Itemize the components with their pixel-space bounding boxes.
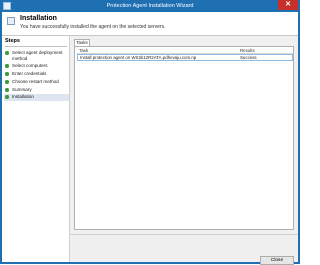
step-label: Select computers: [12, 63, 48, 68]
page-subtitle: You have successfully installed the agen…: [20, 24, 166, 30]
step-complete-icon: [5, 64, 9, 68]
tasks-panel: Task Results Install protection agent on…: [74, 46, 294, 230]
installation-icon: [7, 17, 15, 25]
step-installation[interactable]: Installation: [4, 94, 69, 101]
result-cell: Success: [240, 55, 257, 60]
column-header-results[interactable]: Results: [240, 48, 255, 53]
steps-divider: [5, 46, 67, 47]
task-cell: Install protection agent on WS2k12R2ATA.…: [80, 55, 197, 60]
step-enter-credentials[interactable]: Enter credentials: [5, 71, 69, 77]
main-pane: Tasks Task Results Install protection ag…: [70, 36, 298, 265]
window-title: Protection Agent Installation Wizard: [106, 3, 194, 9]
step-complete-icon: [5, 88, 9, 92]
step-complete-icon: [5, 51, 9, 55]
step-summary[interactable]: Summary: [5, 87, 69, 93]
steps-title: Steps: [5, 38, 20, 44]
step-choose-restart-method[interactable]: Choose restart method: [5, 79, 69, 85]
step-label: Installation: [12, 94, 34, 99]
steps-pane: Steps Select agent deployment method Sel…: [2, 36, 70, 262]
page-title: Installation: [20, 15, 57, 22]
column-header-task[interactable]: Task: [79, 48, 88, 53]
wizard-header: Installation You have successfully insta…: [2, 12, 298, 36]
step-label: Enter credentials: [12, 71, 47, 76]
window-close-button[interactable]: ✕: [278, 0, 298, 10]
step-complete-icon: [5, 95, 9, 99]
tab-tasks[interactable]: Tasks: [74, 39, 90, 46]
step-label: Select agent deployment method: [12, 50, 63, 61]
step-label: Choose restart method: [12, 79, 59, 84]
table-row[interactable]: Install protection agent on WS2k12R2ATA.…: [77, 54, 293, 61]
client-area: Installation You have successfully insta…: [2, 12, 298, 265]
step-label: Summary: [12, 87, 32, 92]
step-select-deployment-method[interactable]: Select agent deployment method: [5, 50, 69, 61]
wizard-window: Protection Agent Installation Wizard ✕ I…: [0, 0, 300, 265]
title-bar: Protection Agent Installation Wizard ✕: [0, 0, 300, 12]
step-complete-icon: [5, 80, 9, 84]
step-complete-icon: [5, 72, 9, 76]
step-select-computers[interactable]: Select computers: [5, 63, 69, 69]
footer-divider: [70, 234, 298, 235]
